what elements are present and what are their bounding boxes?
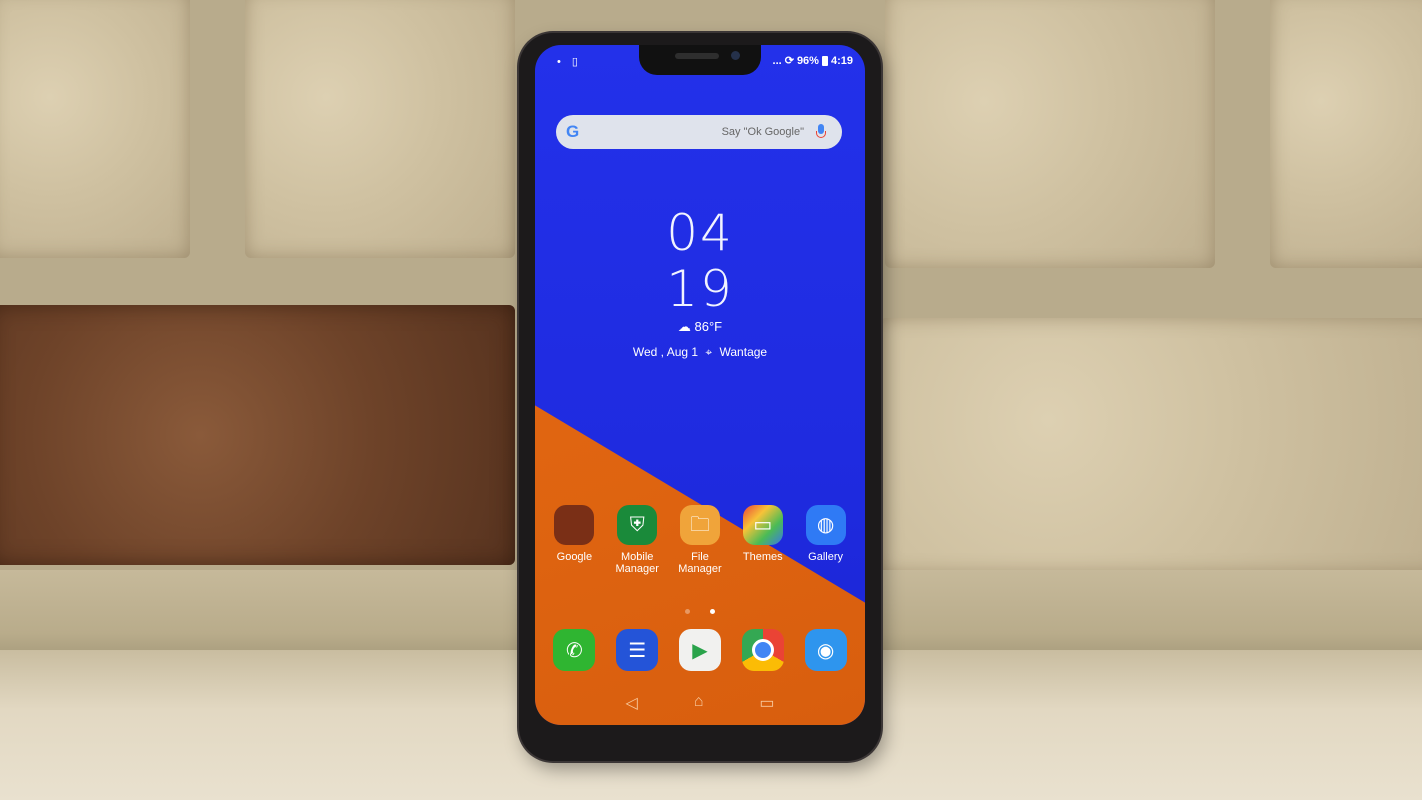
location-pin-icon: ⌖ [705,345,713,359]
home-button[interactable]: ⌂ [694,693,704,713]
brick [885,0,1215,268]
app-gallery[interactable]: ◍ Gallery [796,505,856,575]
partly-cloudy-icon: ☁ [677,319,691,334]
google-search-bar[interactable]: G Say "Ok Google" [556,115,842,149]
page-dot-active[interactable] [710,609,716,614]
brick-dark [0,305,515,565]
page-indicator [535,601,865,619]
camera-icon[interactable]: ◉ [804,629,847,671]
app-label: Google [556,551,593,563]
page-dot[interactable] [684,609,690,614]
clock-widget[interactable]: 04 19 [535,205,865,317]
app-google-folder[interactable]: Google [544,505,604,575]
balloon-icon: ◍ [805,505,846,545]
battery-percent: 96% [796,54,819,67]
dock: ✆ ☰ ▶ ◉ [535,629,865,671]
mic-icon[interactable] [814,124,828,140]
temperature: 86°F [694,319,723,334]
google-folder-icon [554,505,595,545]
app-label: Themes [742,551,783,563]
brick [880,318,1422,573]
chrome-icon[interactable] [741,629,784,671]
app-mobile-manager[interactable]: ⛨ Mobile Manager [607,505,667,575]
date: Wed , Aug 1 [632,345,699,359]
notification-dot-icon: • [557,56,561,68]
sync-icon: ⟳ [784,55,794,67]
front-camera [731,51,740,60]
app-label: Gallery [808,551,843,563]
navigation-bar: ◁ ⌂ ▭ [535,693,865,713]
brick [0,0,190,258]
date-location: Wed , Aug 1 ⌖ Wantage [535,345,865,360]
phone: • ▯ ... ⟳ 96% 4:19 G Say "Ok Google" 04 … [519,33,881,761]
app-row: Google ⛨ Mobile Manager 🗀 File Manager ▭ T… [535,505,865,575]
recents-button[interactable]: ▭ [759,693,774,713]
paint-roller-icon: ▭ [742,505,783,545]
status-time: 4:19 [830,54,853,67]
clock-minute: 19 [666,260,734,318]
app-label: Mobile Manager [615,551,659,575]
play-store-icon[interactable]: ▶ [678,629,721,671]
battery-icon [821,55,828,66]
app-themes[interactable]: ▭ Themes [733,505,793,575]
google-g-icon: G [566,122,580,141]
brick [1270,0,1422,268]
message-icon[interactable]: ☰ [616,629,659,671]
search-hint: Say "Ok Google" [721,126,804,138]
phone-icon[interactable]: ✆ [553,629,596,671]
folder-icon: 🗀 [679,505,720,545]
phone-screen: • ▯ ... ⟳ 96% 4:19 G Say "Ok Google" 04 … [535,45,865,725]
app-label: File Manager [678,551,722,575]
clock-hour: 04 [666,204,734,262]
shield-gauge-icon: ⛨ [617,505,658,545]
sd-card-icon: ▯ [571,56,578,68]
weather-widget[interactable]: ☁ 86°F [535,319,865,335]
earpiece-speaker [675,53,719,59]
location: Wantage [719,345,768,359]
brick [245,0,515,258]
notch [639,45,761,75]
back-button[interactable]: ◁ [625,693,637,713]
overflow-indicator: ... [772,54,782,67]
status-bar-left: • ▯ [557,55,578,68]
app-file-manager[interactable]: 🗀 File Manager [670,505,730,575]
status-bar-right: ... ⟳ 96% 4:19 [772,54,853,68]
